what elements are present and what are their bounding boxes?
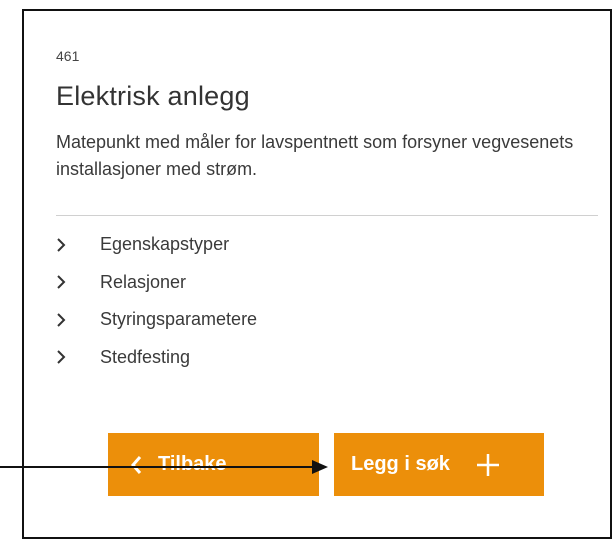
chevron-right-icon	[56, 350, 100, 364]
plus-icon	[476, 453, 500, 477]
back-button-label: Tilbake	[158, 453, 227, 475]
chevron-right-icon	[56, 275, 100, 289]
section-item-styringsparametere[interactable]: Styringsparametere	[56, 301, 257, 339]
chevron-right-icon	[56, 313, 100, 327]
chevron-left-icon	[130, 455, 142, 474]
chevron-right-icon	[56, 238, 100, 252]
back-button[interactable]: Tilbake	[108, 433, 319, 496]
section-list: Egenskapstyper Relasjoner Styringsparame…	[56, 226, 257, 376]
object-type-panel: 461 Elektrisk anlegg Matepunkt med måler…	[22, 9, 612, 539]
section-item-egenskapstyper[interactable]: Egenskapstyper	[56, 226, 257, 264]
object-type-id: 461	[56, 48, 80, 64]
section-item-label: Egenskapstyper	[100, 234, 230, 255]
section-item-stedfesting[interactable]: Stedfesting	[56, 339, 257, 377]
section-item-relasjoner[interactable]: Relasjoner	[56, 264, 257, 302]
add-to-search-label: Legg i søk	[351, 453, 450, 475]
section-item-label: Stedfesting	[100, 346, 191, 367]
add-to-search-button[interactable]: Legg i søk	[334, 433, 544, 496]
object-description: Matepunkt med måler for lavspentnett som…	[56, 132, 574, 179]
section-item-label: Styringsparametere	[100, 309, 258, 330]
section-item-label: Relasjoner	[100, 271, 187, 292]
divider	[56, 215, 598, 216]
page-title: Elektrisk anlegg	[56, 81, 250, 111]
